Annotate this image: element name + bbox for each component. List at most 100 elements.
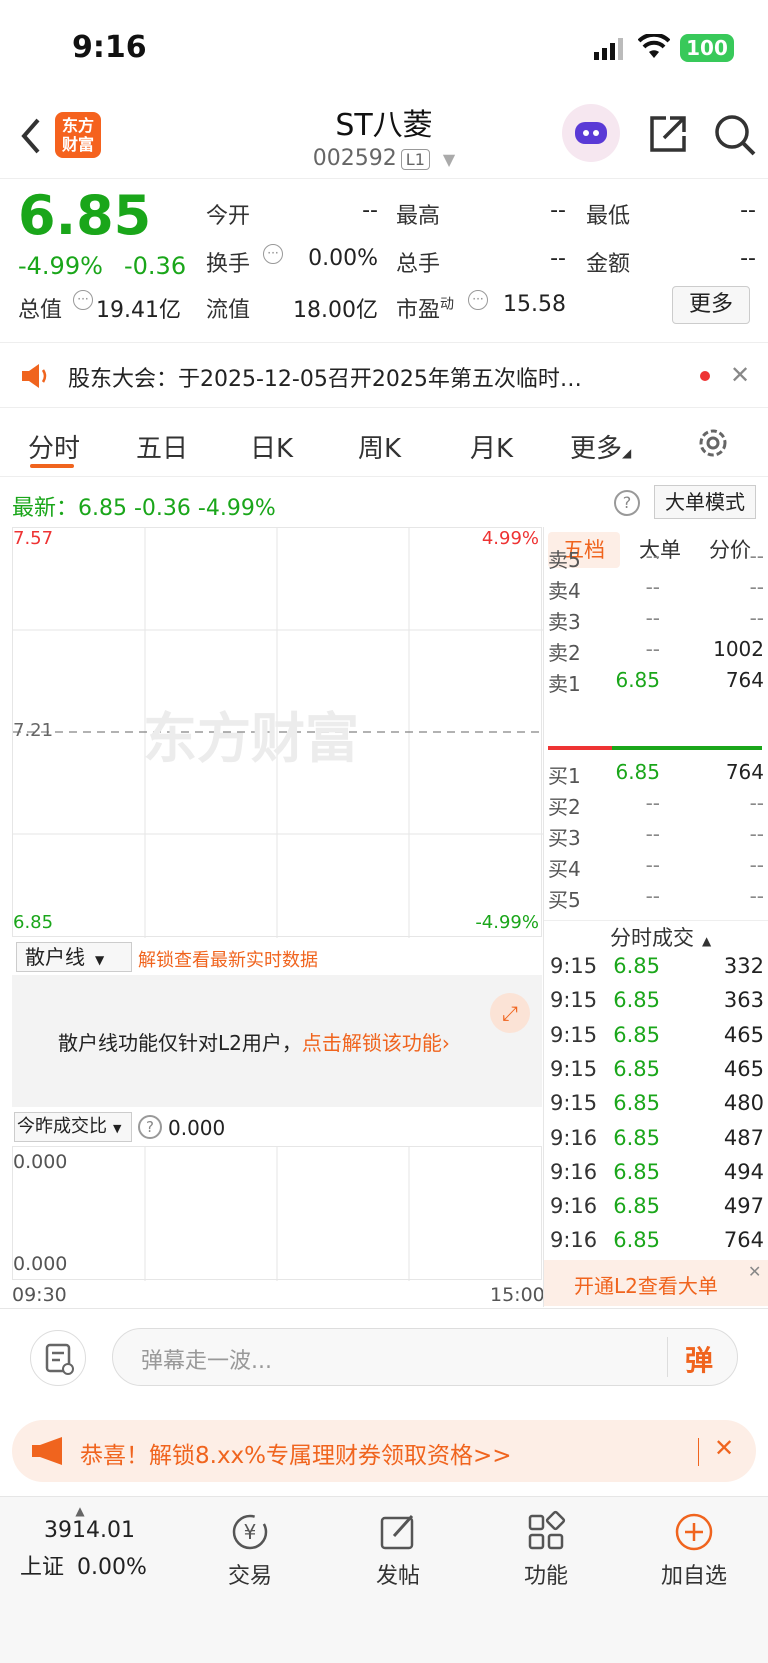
more-button[interactable]: 更多 — [672, 286, 750, 324]
trade-price: 6.85 — [613, 1022, 660, 1047]
trades-title[interactable]: 分时成交 ▲ — [610, 922, 711, 952]
info-icon[interactable]: ··· — [73, 290, 93, 310]
retail-line-select[interactable]: 散户线 ▼ — [16, 942, 132, 972]
ask-price: 6.85 — [615, 668, 660, 692]
ratio-select[interactable]: 今昨成交比 ▼ — [14, 1112, 132, 1142]
speaker-icon — [22, 363, 50, 393]
big-order-mode-button[interactable]: 大单模式 — [654, 485, 756, 519]
ratio-chart-grid — [144, 1147, 410, 1281]
float-cap-value: 18.00亿 — [293, 298, 378, 323]
bid-volume: -- — [749, 884, 764, 908]
close-icon[interactable]: ✕ — [714, 1434, 734, 1462]
intraday-chart[interactable]: 东方财富 7.57 4.99% 7.21 6.85 -4.99% — [12, 527, 543, 938]
unread-dot — [700, 371, 710, 381]
turnover-value: 0.00% — [308, 246, 378, 271]
trade-volume: 363 — [723, 988, 764, 1013]
notice-bar[interactable]: 股东大会：于2025-12-05召开2025年第五次临时… ✕ — [0, 342, 768, 408]
trade-time: 9:16 — [550, 1159, 598, 1184]
expand-icon[interactable]: ⤢ — [490, 993, 530, 1033]
trade-volume: 465 — [723, 1056, 764, 1081]
yuan-exchange-icon: ¥ — [190, 1510, 310, 1558]
promo-banner[interactable]: 恭喜！解锁8.xx%专属理财券领取资格>> ✕ — [12, 1420, 756, 1482]
tab-five-day[interactable]: 五日 — [136, 428, 188, 465]
price-mid-label: 7.21 — [13, 720, 54, 741]
trade-price: 6.85 — [613, 1125, 660, 1150]
l2-big-order-banner[interactable]: 开通L2查看大单 ✕ — [544, 1260, 768, 1306]
trade-row: 9:15 6.85 332 — [548, 954, 764, 988]
trade-row: 9:15 6.85 465 — [548, 1057, 764, 1091]
danmu-input[interactable]: 弹幕走一波... 弹 — [112, 1328, 738, 1386]
share-icon[interactable] — [646, 112, 690, 160]
index-widget[interactable]: ▲ 3914.01 上证 0.00% — [20, 1504, 170, 1581]
tab-daily-k[interactable]: 日K — [250, 428, 293, 465]
trade-volume: 480 — [723, 1091, 764, 1116]
battery-icon: 100 — [680, 34, 734, 62]
info-icon[interactable]: ··· — [468, 290, 488, 310]
bid-level-row: 买1 6.85 764 — [548, 760, 764, 792]
bid-level-label: 买4 — [548, 857, 581, 881]
search-icon[interactable] — [712, 112, 758, 162]
robot-avatar-icon[interactable] — [562, 104, 620, 162]
trade-time: 9:15 — [550, 988, 598, 1013]
unlock-link[interactable]: 点击解锁该功能 — [302, 1031, 442, 1055]
trade-price: 6.85 — [613, 1194, 660, 1219]
price-change: -0.36 — [124, 252, 187, 280]
pct-high-label: 4.99% — [481, 528, 539, 549]
trade-volume: 497 — [723, 1194, 764, 1219]
index-value: 3914.01 — [44, 1518, 135, 1543]
nav-add-watchlist[interactable]: 加自选 — [634, 1510, 754, 1590]
turnover-label: 换手 — [206, 252, 251, 277]
gear-icon[interactable] — [696, 426, 730, 464]
trade-row: 9:15 6.85 363 — [548, 988, 764, 1022]
retail-locked-message: 散户线功能仅针对L2用户，点击解锁该功能› — [58, 1031, 450, 1055]
nav-functions[interactable]: 功能 — [486, 1510, 606, 1590]
ask-level-label: 卖4 — [548, 579, 581, 603]
tab-monthly-k[interactable]: 月K — [470, 428, 513, 465]
total-cap-label: 总值 — [18, 298, 63, 323]
last-price: 6.85 — [18, 184, 152, 247]
danmu-button[interactable]: 弹 — [685, 1339, 713, 1379]
grid-icon — [486, 1510, 606, 1558]
close-icon[interactable]: ✕ — [730, 361, 750, 389]
bid-level-label: 买1 — [548, 764, 581, 788]
status-bar: 9:16 100 — [0, 0, 768, 96]
ask-level-row: 卖4 -- -- — [548, 575, 764, 607]
bid-price: 6.85 — [615, 760, 660, 784]
stock-code: 002592 — [312, 146, 397, 171]
comment-list-icon[interactable] — [30, 1330, 86, 1386]
add-circle-icon — [634, 1510, 754, 1558]
ask-level-row: 卖1 6.85 764 — [548, 668, 764, 700]
danmu-placeholder: 弹幕走一波... — [141, 1349, 272, 1374]
bid-volume: 764 — [725, 760, 764, 784]
chevron-down-icon: ▼ — [442, 150, 456, 169]
tab-intraday[interactable]: 分时 — [28, 428, 80, 465]
total-cap-value: 19.41亿 — [96, 298, 181, 323]
help-icon[interactable]: ? — [138, 1115, 162, 1139]
svg-text:¥: ¥ — [244, 1520, 257, 1544]
price-high-label: 7.57 — [13, 528, 54, 549]
bid-level-row: 买2 -- -- — [548, 791, 764, 823]
pe-value: 15.58 — [503, 292, 566, 317]
bid-price: -- — [645, 853, 660, 877]
close-icon[interactable]: ✕ — [748, 1262, 761, 1281]
info-icon[interactable]: ··· — [263, 244, 283, 264]
nav-trade[interactable]: ¥ 交易 — [190, 1510, 310, 1590]
trade-price: 6.85 — [613, 1228, 660, 1253]
trade-volume: 332 — [723, 954, 764, 978]
status-time: 9:16 — [72, 30, 147, 65]
bid-level-label: 买2 — [548, 795, 581, 819]
amount-label: 金额 — [586, 252, 631, 277]
wifi-icon — [637, 32, 671, 64]
time-start-label: 09:30 — [12, 1284, 67, 1306]
tab-weekly-k[interactable]: 周K — [358, 428, 401, 465]
help-icon[interactable]: ? — [614, 490, 640, 516]
trade-row: 9:16 6.85 494 — [548, 1160, 764, 1194]
tabs-divider — [0, 476, 768, 477]
nav-post[interactable]: 发帖 — [338, 1510, 458, 1590]
open-value: -- — [362, 198, 378, 223]
trade-time: 9:16 — [550, 1125, 598, 1150]
ratio-bottom-label: 0.000 — [13, 1253, 68, 1275]
retail-unlock-hint[interactable]: 解锁查看最新实时数据 — [138, 946, 318, 972]
tab-more[interactable]: 更多◢ — [570, 428, 631, 465]
trade-price: 6.85 — [613, 988, 660, 1013]
